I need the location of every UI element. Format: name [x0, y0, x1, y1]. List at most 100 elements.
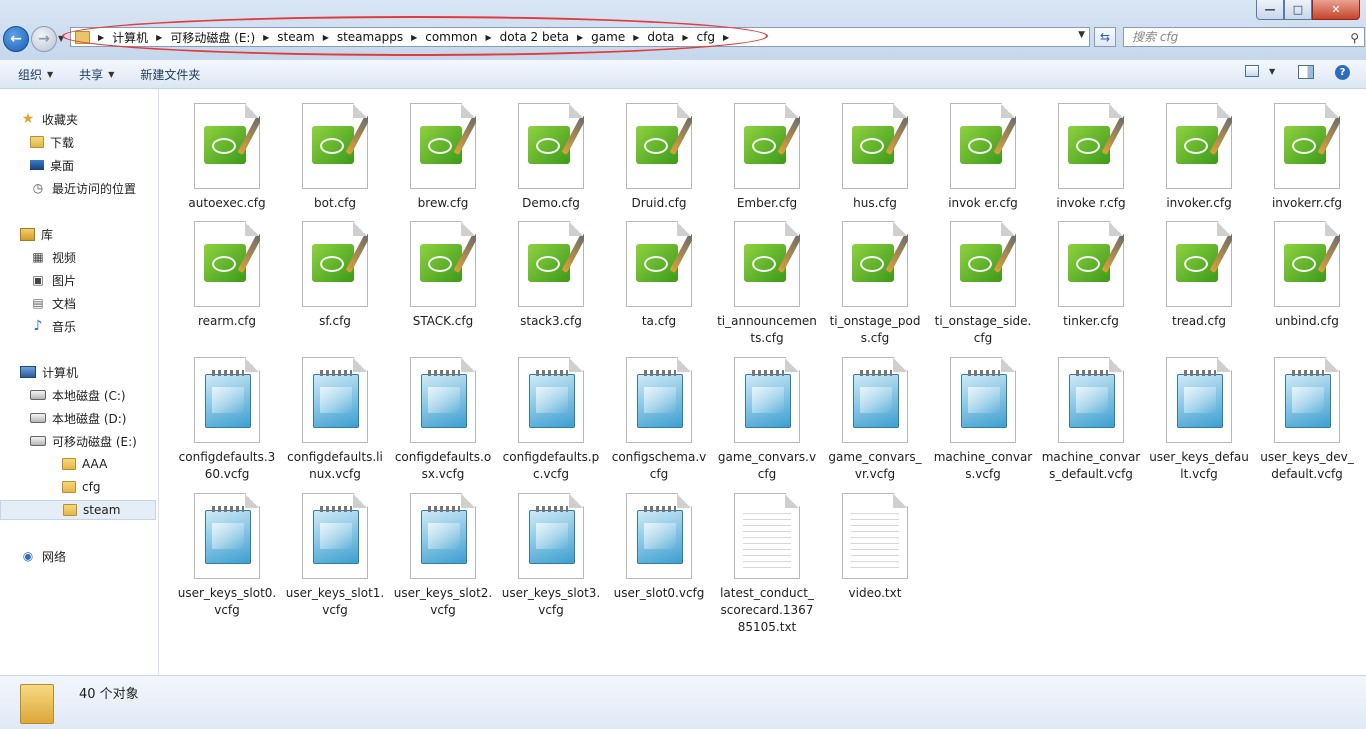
breadcrumb-separator-icon[interactable]: ▶ — [98, 33, 104, 42]
sidebar-item[interactable]: ▦ 视频 — [0, 247, 76, 267]
file-item[interactable]: configdefaults.linux.vcfg — [285, 357, 385, 483]
breadcrumb-separator-icon[interactable]: ▶ — [323, 33, 329, 42]
file-item[interactable]: user_keys_slot0.vcfg — [177, 493, 277, 619]
file-item[interactable]: user_slot0.vcfg — [609, 493, 709, 602]
file-item[interactable]: game_convars.vcfg — [717, 357, 817, 483]
file-item[interactable]: STACK.cfg — [393, 221, 493, 330]
file-name: user_keys_slot2.vcfg — [393, 586, 493, 617]
address-dropdown-icon[interactable]: ▼ — [1078, 30, 1085, 40]
file-item[interactable]: latest_conduct_scorecard.136785105.txt — [717, 493, 817, 636]
sidebar-item[interactable]: 本地磁盘 (C:) — [0, 385, 126, 405]
share-label: 共享 — [79, 67, 104, 82]
file-name: STACK.cfg — [412, 314, 474, 328]
close-button[interactable]: ✕ — [1312, 0, 1360, 20]
file-name: ti_onstage_pods.cfg — [829, 314, 921, 345]
sidebar-item[interactable]: 库 — [0, 224, 53, 244]
sidebar-item[interactable]: ◉ 网络 — [0, 546, 66, 566]
breadcrumb-separator-icon[interactable]: ▶ — [577, 33, 583, 42]
breadcrumb-separator-icon[interactable]: ▶ — [486, 33, 492, 42]
share-button[interactable]: 共享 ▼ — [61, 66, 122, 83]
drive-icon — [30, 413, 46, 423]
breadcrumb-separator-icon[interactable]: ▶ — [633, 33, 639, 42]
file-item[interactable]: tinker.cfg — [1041, 221, 1141, 330]
breadcrumb-item[interactable]: cfg — [697, 30, 715, 44]
file-item[interactable]: Druid.cfg — [609, 103, 709, 212]
file-item[interactable]: configdefaults.pc.vcfg — [501, 357, 601, 483]
recent-pages-dropdown[interactable]: ▼ — [58, 34, 64, 43]
file-item[interactable]: video.txt — [825, 493, 925, 602]
breadcrumb-separator-icon[interactable]: ▶ — [263, 33, 269, 42]
file-item[interactable]: unbind.cfg — [1257, 221, 1357, 330]
breadcrumb-item[interactable]: steam — [277, 30, 314, 44]
breadcrumb-item[interactable]: steamapps — [337, 30, 403, 44]
breadcrumb-separator-icon[interactable]: ▶ — [156, 33, 162, 42]
file-item[interactable]: stack3.cfg — [501, 221, 601, 330]
file-item[interactable]: user_keys_default.vcfg — [1149, 357, 1249, 483]
address-bar[interactable]: ▶ 计算机 ▶ 可移动磁盘 (E:) ▶ steam ▶ steamapps ▶ common ▶ d… — [70, 27, 1090, 47]
sidebar-item[interactable]: ♪ 音乐 — [0, 316, 76, 336]
preview-pane-button[interactable] — [1298, 65, 1314, 79]
file-item[interactable]: user_keys_slot2.vcfg — [393, 493, 493, 619]
file-item[interactable]: ta.cfg — [609, 221, 709, 330]
file-item[interactable]: invok er.cfg — [933, 103, 1033, 212]
file-item[interactable]: Ember.cfg — [717, 103, 817, 212]
file-item[interactable]: configschema.vcfg — [609, 357, 709, 483]
breadcrumb-item[interactable]: 计算机 — [112, 29, 148, 46]
forward-button[interactable]: → — [31, 26, 57, 52]
sidebar-item[interactable]: 下载 — [0, 132, 74, 152]
search-input[interactable]: 搜索 cfg ⚲ — [1123, 27, 1365, 47]
file-item[interactable]: machine_convars_default.vcfg — [1041, 357, 1141, 483]
file-item[interactable]: configdefaults.360.vcfg — [177, 357, 277, 483]
file-item[interactable]: user_keys_slot1.vcfg — [285, 493, 385, 619]
file-item[interactable]: machine_convars.vcfg — [933, 357, 1033, 483]
breadcrumb-item[interactable]: game — [591, 30, 625, 44]
sidebar-item[interactable]: 可移动磁盘 (E:) — [0, 431, 137, 451]
file-item[interactable]: hus.cfg — [825, 103, 925, 212]
sidebar-item[interactable]: ▣ 图片 — [0, 270, 76, 290]
file-item[interactable]: game_convars_vr.vcfg — [825, 357, 925, 483]
sidebar-item[interactable]: steam — [0, 500, 156, 520]
file-item[interactable]: sf.cfg — [285, 221, 385, 330]
sidebar-item[interactable]: 计算机 — [0, 362, 78, 382]
sidebar-item[interactable]: ▤ 文档 — [0, 293, 76, 313]
breadcrumb-separator-icon[interactable]: ▶ — [682, 33, 688, 42]
help-button[interactable]: ? — [1335, 65, 1350, 80]
computer-icon — [20, 366, 36, 378]
minimize-button[interactable]: — — [1256, 0, 1284, 20]
file-item[interactable]: tread.cfg — [1149, 221, 1249, 330]
file-item[interactable]: user_keys_slot3.vcfg — [501, 493, 601, 619]
file-item[interactable]: configdefaults.osx.vcfg — [393, 357, 493, 483]
organize-button[interactable]: 组织 ▼ — [0, 66, 61, 83]
refresh-button[interactable]: ⇆ — [1094, 27, 1116, 47]
sidebar-item[interactable]: AAA — [0, 454, 107, 474]
file-item[interactable]: invoker.cfg — [1149, 103, 1249, 212]
back-button[interactable]: ← — [3, 26, 29, 52]
file-item[interactable]: ti_announcements.cfg — [717, 221, 817, 347]
file-item[interactable]: rearm.cfg — [177, 221, 277, 330]
file-item[interactable]: autoexec.cfg — [177, 103, 277, 212]
file-item[interactable]: bot.cfg — [285, 103, 385, 212]
sidebar-item[interactable]: 本地磁盘 (D:) — [0, 408, 126, 428]
breadcrumb-item[interactable]: common — [425, 30, 477, 44]
breadcrumb-separator-icon[interactable]: ▶ — [723, 33, 729, 42]
view-options-button[interactable]: ▼ — [1245, 65, 1275, 77]
file-item[interactable]: ti_onstage_side.cfg — [933, 221, 1033, 347]
breadcrumb-item[interactable]: dota 2 beta — [500, 30, 569, 44]
breadcrumb-item[interactable]: 可移动磁盘 (E:) — [170, 29, 255, 46]
breadcrumb-item[interactable]: dota — [647, 30, 674, 44]
sidebar-item[interactable]: ★ 收藏夹 — [0, 109, 78, 129]
file-item[interactable]: invokerr.cfg — [1257, 103, 1357, 212]
sidebar-item[interactable]: cfg — [0, 477, 100, 497]
file-item[interactable]: Demo.cfg — [501, 103, 601, 212]
new-folder-button[interactable]: 新建文件夹 — [122, 66, 208, 83]
search-icon[interactable]: ⚲ — [1350, 29, 1359, 47]
sidebar-item[interactable]: 桌面 — [0, 155, 74, 175]
cfg-file-icon — [410, 221, 476, 307]
file-item[interactable]: invoke r.cfg — [1041, 103, 1141, 212]
file-item[interactable]: brew.cfg — [393, 103, 493, 212]
file-item[interactable]: user_keys_dev_default.vcfg — [1257, 357, 1357, 483]
sidebar-item[interactable]: ◷ 最近访问的位置 — [0, 178, 136, 198]
file-item[interactable]: ti_onstage_pods.cfg — [825, 221, 925, 347]
breadcrumb-separator-icon[interactable]: ▶ — [411, 33, 417, 42]
maximize-button[interactable]: □ — [1284, 0, 1312, 20]
